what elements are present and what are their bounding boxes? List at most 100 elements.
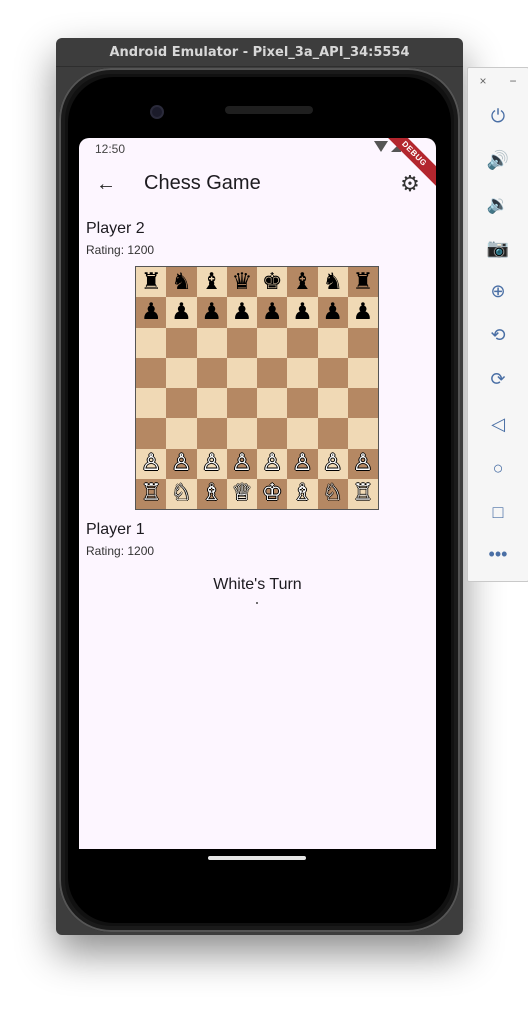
- board-square[interactable]: ♝: [287, 267, 318, 298]
- board-square[interactable]: ♖: [347, 478, 378, 509]
- overview-nav-icon[interactable]: □: [482, 498, 514, 526]
- chess-board[interactable]: ♜ ♞ ♝ ♛ ♚ ♝ ♞ ♜ ♟ ♟ ♟ ♟ ♟ ♟ ♟ ♟ ♙ ♙ ♙ ♙ ♙ ♙ ♙ ♙ ♖ ♘ ♗ ♕ ♔ ♗ ♘ ♖: [135, 266, 379, 510]
- board-square[interactable]: [196, 327, 227, 358]
- board-square[interactable]: ♟: [196, 297, 227, 328]
- board-square[interactable]: ♙: [347, 448, 378, 479]
- board-square[interactable]: ♜: [136, 267, 167, 298]
- rotate-left-icon[interactable]: ⟲: [482, 321, 514, 349]
- emulator-title: Android Emulator - Pixel_3a_API_34:5554: [56, 38, 463, 67]
- board-square[interactable]: ♞: [317, 267, 348, 298]
- board-square[interactable]: [166, 388, 197, 419]
- board-square[interactable]: [136, 357, 167, 388]
- board-square[interactable]: ♙: [287, 448, 318, 479]
- gear-icon: ⚙: [400, 171, 420, 196]
- rotate-right-icon[interactable]: ⟳: [482, 365, 514, 393]
- board-square[interactable]: [287, 418, 318, 449]
- board-square[interactable]: ♟: [287, 297, 318, 328]
- board-square[interactable]: [196, 418, 227, 449]
- player-2-rating: Rating: 1200: [86, 243, 155, 257]
- board-square[interactable]: [347, 357, 378, 388]
- more-icon[interactable]: •••: [482, 540, 514, 568]
- board-square[interactable]: ♙: [196, 448, 227, 479]
- board-square[interactable]: ♜: [347, 267, 378, 298]
- board-square[interactable]: [136, 418, 167, 449]
- board-square[interactable]: [317, 357, 348, 388]
- board-square[interactable]: ♙: [257, 448, 288, 479]
- board-square[interactable]: ♙: [317, 448, 348, 479]
- board-square[interactable]: [347, 418, 378, 449]
- camera-icon[interactable]: 📷: [482, 234, 514, 262]
- board-square[interactable]: ♟: [317, 297, 348, 328]
- board-square[interactable]: [196, 388, 227, 419]
- board-square[interactable]: [257, 327, 288, 358]
- board-square[interactable]: [347, 388, 378, 419]
- board-square[interactable]: [196, 357, 227, 388]
- board-square[interactable]: ♟: [257, 297, 288, 328]
- app-screen: 12:50 DEBUG ← Chess Game ⚙ Player 2 Rati…: [79, 138, 436, 849]
- board-square[interactable]: ♖: [136, 478, 167, 509]
- minimize-icon[interactable]: −: [509, 74, 516, 88]
- board-square[interactable]: ♟: [136, 297, 167, 328]
- board-square[interactable]: [257, 388, 288, 419]
- board-square[interactable]: ♔: [257, 478, 288, 509]
- board-square[interactable]: ♗: [287, 478, 318, 509]
- board-square[interactable]: ♟: [347, 297, 378, 328]
- board-square[interactable]: [166, 418, 197, 449]
- app-bar: ← Chess Game ⚙: [79, 164, 436, 204]
- board-square[interactable]: [166, 327, 197, 358]
- board-square[interactable]: ♙: [166, 448, 197, 479]
- home-nav-icon[interactable]: ○: [482, 454, 514, 482]
- board-square[interactable]: ♟: [226, 297, 257, 328]
- board-square[interactable]: ♘: [166, 478, 197, 509]
- board-square[interactable]: [317, 418, 348, 449]
- board-square[interactable]: [226, 388, 257, 419]
- player-2-name: Player 2: [86, 220, 145, 237]
- board-square[interactable]: ♘: [317, 478, 348, 509]
- board-square[interactable]: ♙: [226, 448, 257, 479]
- earpiece-speaker: [225, 106, 313, 114]
- board-square[interactable]: ♗: [196, 478, 227, 509]
- board-square[interactable]: [287, 327, 318, 358]
- loading-dot: [256, 602, 258, 604]
- board-square[interactable]: ♝: [196, 267, 227, 298]
- board-square[interactable]: [257, 418, 288, 449]
- board-square[interactable]: [257, 357, 288, 388]
- volume-up-icon[interactable]: 🔊: [482, 146, 514, 174]
- back-button[interactable]: ←: [92, 170, 120, 198]
- board-square[interactable]: ♟: [166, 297, 197, 328]
- turn-indicator: White's Turn: [213, 576, 302, 593]
- emulator-side-panel: × − ⏻ 🔊 🔉 📷 ⊕ ⟲ ⟳ ◁ ○ □ •••: [467, 67, 528, 582]
- home-indicator[interactable]: [208, 856, 306, 860]
- wifi-icon: [374, 141, 388, 152]
- board-square[interactable]: [136, 388, 167, 419]
- board-square[interactable]: ♕: [226, 478, 257, 509]
- power-icon[interactable]: ⏻: [482, 102, 514, 130]
- zoom-icon[interactable]: ⊕: [482, 277, 514, 305]
- volume-down-icon[interactable]: 🔉: [482, 190, 514, 218]
- close-icon[interactable]: ×: [479, 74, 486, 88]
- arrow-left-icon: ←: [96, 172, 116, 195]
- settings-button[interactable]: ⚙: [396, 170, 424, 198]
- board-square[interactable]: [347, 327, 378, 358]
- board-square[interactable]: [287, 388, 318, 419]
- board-square[interactable]: [226, 418, 257, 449]
- status-bar: 12:50 DEBUG: [79, 138, 436, 191]
- board-square[interactable]: ♙: [136, 448, 167, 479]
- page-title: Chess Game: [144, 172, 261, 194]
- board-square[interactable]: [226, 357, 257, 388]
- board-square[interactable]: [287, 357, 318, 388]
- player-1-name: Player 1: [86, 521, 145, 538]
- board-square[interactable]: [166, 357, 197, 388]
- status-time: 12:50: [95, 142, 126, 156]
- board-square[interactable]: [317, 327, 348, 358]
- panel-window-controls: × −: [468, 74, 528, 88]
- board-square[interactable]: [317, 388, 348, 419]
- board-square[interactable]: ♚: [257, 267, 288, 298]
- front-camera-icon: [150, 105, 164, 119]
- board-square[interactable]: [226, 327, 257, 358]
- board-square[interactable]: [136, 327, 167, 358]
- board-square[interactable]: ♞: [166, 267, 197, 298]
- back-nav-icon[interactable]: ◁: [482, 410, 514, 438]
- player-1-rating: Rating: 1200: [86, 544, 155, 558]
- board-square[interactable]: ♛: [226, 267, 257, 298]
